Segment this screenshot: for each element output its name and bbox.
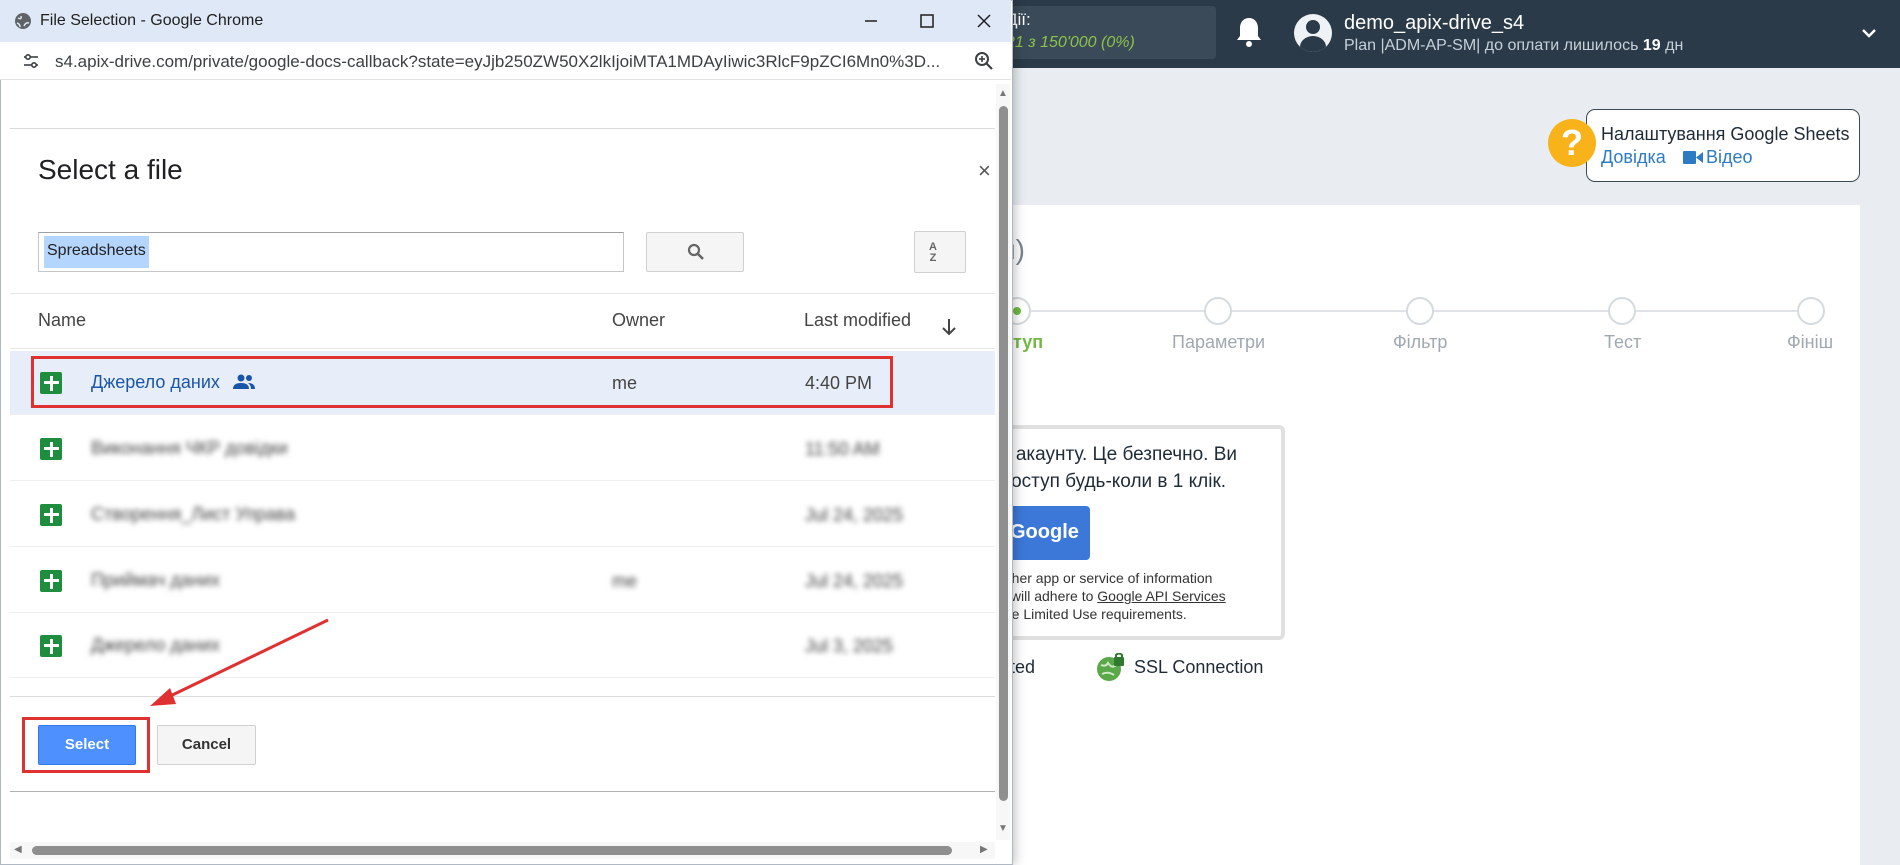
step-dot-test — [1608, 297, 1636, 325]
auth-text: о акаунту. Це безпечно. Ви доступ будь-к… — [1000, 444, 1238, 492]
step-dot-filter — [1406, 297, 1434, 325]
scroll-down-icon[interactable]: ▼ — [998, 823, 1008, 834]
file-row[interactable]: Виконання ЧКР довідки 11:50 AM — [10, 417, 995, 481]
actions-count: 21 з 150'000 (0%) — [1006, 34, 1135, 51]
sort-button[interactable]: AZ — [914, 231, 966, 273]
spreadsheet-icon — [40, 570, 62, 592]
arrow-down-icon[interactable] — [940, 317, 958, 337]
chevron-down-icon[interactable] — [1860, 24, 1878, 42]
file-modified: Jul 24, 2025 — [805, 505, 904, 525]
horizontal-scroll-thumb[interactable] — [32, 846, 952, 855]
scroll-left-icon[interactable]: ◀ — [14, 844, 22, 855]
ssl-label: SSL Connection — [1134, 657, 1264, 677]
scroll-up-icon[interactable]: ▲ — [998, 88, 1008, 99]
divider — [10, 293, 995, 294]
help-link[interactable]: Довідка — [1601, 147, 1666, 168]
column-owner[interactable]: Owner — [612, 310, 665, 331]
spreadsheet-icon — [40, 438, 62, 460]
close-window-icon[interactable] — [973, 10, 995, 32]
spreadsheet-icon — [40, 504, 62, 526]
file-row[interactable]: Приймач даних me Jul 24, 2025 — [10, 549, 995, 613]
annotation-highlight-file — [31, 356, 893, 408]
sort-az-icon: AZ — [929, 241, 937, 264]
auth-disclaimer: other app or service of information s wi… — [1000, 570, 1226, 622]
step-dot-finish — [1797, 297, 1825, 325]
video-link[interactable]: Відео — [1706, 147, 1753, 168]
picker-header-strip — [10, 82, 995, 129]
step-label-finish: Фініш — [1787, 332, 1834, 352]
user-plan: Plan |ADM-AP-SM| до оплати лишилось 19 д… — [1344, 37, 1684, 54]
file-modified: Jul 3, 2025 — [805, 636, 894, 656]
minimize-icon[interactable] — [860, 10, 882, 32]
search-query: Spreadsheets — [44, 236, 149, 268]
scroll-right-icon[interactable]: ▶ — [980, 844, 988, 855]
divider — [10, 348, 995, 349]
user-name[interactable]: demo_apix-drive_s4 — [1344, 12, 1524, 35]
divider — [10, 791, 995, 792]
column-last-modified[interactable]: Last modified — [804, 310, 911, 331]
annotation-highlight-select — [22, 717, 150, 773]
question-icon: ? — [1548, 119, 1596, 167]
step-label-filter: Фільтр — [1393, 332, 1448, 352]
file-modified: 11:50 AM — [805, 439, 880, 459]
file-name: Створення_Лист Управа — [91, 504, 296, 524]
url-text[interactable]: s4.apix-drive.com/private/google-docs-ca… — [55, 52, 955, 72]
vertical-scroll-thumb[interactable] — [999, 106, 1008, 801]
file-modified: Jul 24, 2025 — [805, 571, 904, 591]
dialog-title: Select a file — [38, 154, 183, 185]
step-label-parameters: Параметри — [1172, 332, 1266, 352]
cancel-button[interactable]: Cancel — [157, 725, 256, 765]
google-api-policy-link[interactable]: Google API Services — [1097, 588, 1225, 604]
help-title: Налаштування Google Sheets — [1601, 124, 1850, 144]
step-dot-parameters — [1204, 297, 1232, 325]
help-card — [1586, 109, 1860, 182]
video-camera-icon — [1683, 151, 1703, 164]
maximize-icon[interactable] — [916, 10, 938, 32]
globe-icon — [15, 13, 31, 29]
window-title: File Selection - Google Chrome — [40, 12, 264, 29]
close-icon[interactable]: × — [978, 158, 991, 184]
column-name[interactable]: Name — [38, 310, 86, 331]
bell-icon[interactable] — [1234, 15, 1264, 49]
search-button[interactable] — [646, 232, 744, 272]
zoom-icon[interactable] — [974, 51, 994, 71]
site-settings-icon[interactable] — [22, 52, 40, 70]
search-icon — [687, 243, 704, 260]
file-name: Приймач даних — [91, 570, 220, 590]
user-avatar[interactable] — [1294, 14, 1332, 52]
ssl-globe-icon — [1097, 653, 1124, 681]
annotation-arrow-icon — [150, 618, 329, 706]
step-label-test: Тест — [1604, 332, 1642, 352]
file-owner: me — [612, 571, 638, 591]
file-row[interactable]: Створення_Лист Управа Jul 24, 2025 — [10, 483, 995, 547]
spreadsheet-icon — [40, 635, 62, 657]
search-input[interactable]: Spreadsheets — [38, 232, 624, 272]
file-name: Виконання ЧКР довідки — [91, 438, 288, 458]
